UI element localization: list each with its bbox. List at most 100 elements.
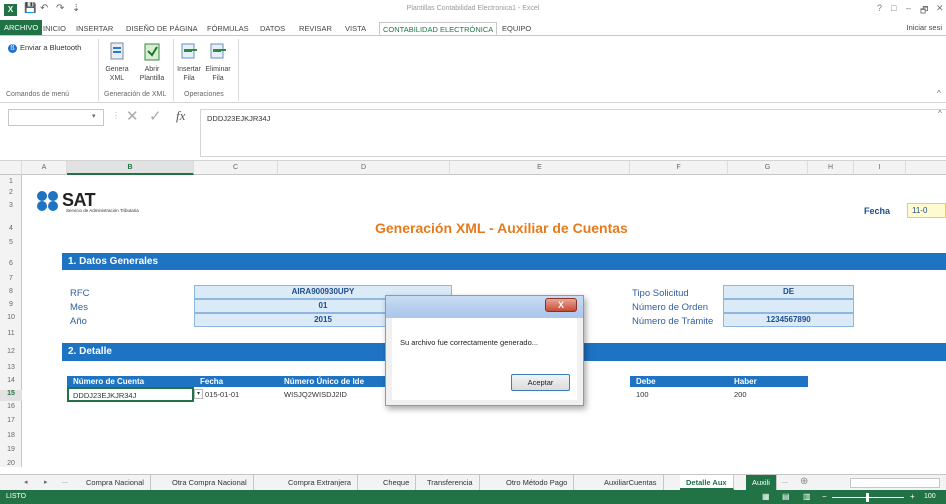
sheet-tab-active[interactable]: Detalle Aux (680, 475, 734, 490)
tab-formulas[interactable]: FÓRMULAS (204, 22, 252, 35)
row-header[interactable]: 3 (0, 202, 22, 209)
maximize-icon[interactable]: 🗗 (920, 3, 928, 19)
row-header[interactable]: 17 (0, 417, 22, 424)
zoom-level[interactable]: 100 (924, 493, 936, 500)
sheet-tab[interactable]: Compra Nacional (80, 475, 151, 490)
normal-view-icon[interactable]: ▦ (762, 492, 770, 501)
select-all-corner[interactable] (0, 161, 22, 175)
insertar-fila-button[interactable]: Insertar Fila (175, 42, 203, 83)
close-icon[interactable]: ✕ (936, 3, 944, 14)
cancel-icon[interactable]: ✕ (126, 107, 139, 125)
row-header[interactable]: 10 (0, 314, 22, 321)
abrir-plantilla-button[interactable]: Abrir Plantilla (136, 42, 168, 83)
name-box-dropdown-icon[interactable]: ▾ (92, 112, 96, 120)
column-header[interactable]: A (22, 161, 67, 175)
cell-fecha[interactable]: 015-01-01 (205, 390, 239, 399)
sheet-tab[interactable]: Auxili (746, 475, 777, 490)
add-sheet-icon[interactable]: ⊕ (800, 476, 808, 487)
genera-xml-button[interactable]: Genera XML (104, 42, 130, 83)
row-header[interactable]: 18 (0, 432, 22, 439)
tab-insertar[interactable]: INSERTAR (73, 22, 116, 35)
page-layout-icon[interactable]: ▤ (782, 492, 790, 501)
column-header[interactable]: B (67, 161, 194, 175)
more-sheets-left[interactable]: ... (62, 478, 68, 485)
help-icon[interactable]: ? (877, 3, 882, 13)
formula-more-icon[interactable]: ⋮ (112, 111, 120, 120)
cell-numero-unico[interactable]: WISJQ2WISDJ2ID (284, 390, 347, 399)
expand-formula-icon[interactable]: ^ (938, 109, 942, 118)
row-header[interactable]: 5 (0, 239, 22, 246)
row-header[interactable]: 9 (0, 301, 22, 308)
enter-icon[interactable]: ✓ (149, 107, 162, 125)
row-header[interactable]: 11 (0, 330, 22, 337)
xml-file-icon (108, 42, 126, 62)
column-header[interactable]: H (808, 161, 854, 175)
numero-tramite-field[interactable]: 1234567890 (723, 313, 854, 327)
row-header[interactable]: 7 (0, 275, 22, 282)
numero-orden-field[interactable] (723, 299, 854, 313)
tab-inicio[interactable]: INICIO (40, 22, 69, 35)
column-header[interactable]: E (450, 161, 630, 175)
window-title: Plantillas Contabilidad Electronica1 - E… (406, 5, 540, 12)
row-header[interactable]: 20 (0, 460, 22, 467)
row-header[interactable]: 6 (0, 260, 22, 267)
prev-sheet-icon[interactable]: ◂ (24, 478, 28, 486)
zoom-in-icon[interactable]: + (910, 492, 915, 501)
tab-archivo[interactable]: ARCHIVO (0, 20, 43, 35)
tab-diseno[interactable]: DISEÑO DE PÁGINA (123, 22, 201, 35)
bluetooth-button[interactable]: ß Enviar a Bluetooth (8, 43, 81, 53)
column-header[interactable]: D (278, 161, 450, 175)
row-header[interactable]: 8 (0, 288, 22, 295)
row-header[interactable]: 19 (0, 446, 22, 453)
sheet-tab[interactable]: Transferencia (421, 475, 480, 490)
aceptar-button[interactable]: Aceptar (511, 374, 570, 391)
minimize-icon[interactable]: – (906, 3, 911, 13)
tipo-solicitud-field[interactable]: DE (723, 285, 854, 299)
row-header[interactable]: 2 (0, 189, 22, 196)
tab-equipo[interactable]: EQUIPO (499, 22, 534, 35)
tab-revisar[interactable]: REVISAR (296, 22, 335, 35)
cell-dropdown-icon[interactable]: ▾ (194, 389, 203, 399)
eliminar-fila-button[interactable]: Eliminar Fila (204, 42, 232, 83)
excel-window: X 💾 ↶ ↷ ⇣ Plantillas Contabilidad Electr… (0, 0, 946, 504)
row-header[interactable]: 13 (0, 364, 22, 371)
horizontal-scrollbar[interactable] (850, 478, 940, 488)
row-header[interactable]: 15 (0, 390, 22, 401)
next-sheet-icon[interactable]: ▸ (44, 478, 48, 486)
zoom-out-icon[interactable]: − (822, 492, 827, 501)
row-header[interactable]: 12 (0, 348, 22, 355)
column-header[interactable]: G (728, 161, 808, 175)
sheet-tab[interactable]: Otro Método Pago (500, 475, 575, 490)
signin-link[interactable]: Iniciar sesi (907, 23, 942, 32)
sheet-tab[interactable]: Cheque (377, 475, 417, 490)
fx-icon[interactable]: fx (176, 108, 185, 124)
formula-input[interactable]: DDDJ23EJKJR34J (200, 109, 946, 157)
zoom-slider-thumb[interactable] (866, 493, 869, 502)
dialog-close-button[interactable]: X (545, 298, 577, 312)
column-header[interactable]: C (194, 161, 278, 175)
tab-datos[interactable]: DATOS (257, 22, 288, 35)
collapse-ribbon-icon[interactable]: ^ (937, 89, 941, 98)
column-header[interactable]: F (630, 161, 728, 175)
column-header[interactable]: I (854, 161, 906, 175)
sheet-tab[interactable]: Otra Compra Nacional (166, 475, 254, 490)
more-sheets-right[interactable]: ... (782, 478, 788, 485)
row-header[interactable]: 14 (0, 377, 22, 384)
name-box[interactable] (8, 109, 104, 126)
row-header[interactable]: 1 (0, 178, 22, 185)
cell-debe[interactable]: 100 (636, 390, 649, 399)
tab-vista[interactable]: VISTA (342, 22, 369, 35)
fecha-cell[interactable]: 11-0 (907, 203, 946, 218)
ribbon-display-icon[interactable]: □ (891, 3, 896, 13)
row-header[interactable]: 16 (0, 403, 22, 410)
sheet-tab[interactable]: Compra Extranjera (282, 475, 358, 490)
sheet-tab[interactable]: AuxiliarCuentas (598, 475, 664, 490)
dialog-message: Su archivo fue correctamente generado... (400, 338, 538, 347)
page-break-icon[interactable]: ▥ (803, 492, 811, 501)
selected-cell[interactable]: DDDJ23EJKJR34J (67, 387, 194, 402)
open-template-icon (143, 42, 161, 62)
tab-contabilidad[interactable]: CONTABILIDAD ELECTRÓNICA (379, 22, 498, 35)
cell-haber[interactable]: 200 (734, 390, 747, 399)
sheet-tabs-bar: ◂ ▸ ... Compra Nacional Otra Compra Naci… (0, 474, 946, 490)
row-header[interactable]: 4 (0, 225, 22, 232)
